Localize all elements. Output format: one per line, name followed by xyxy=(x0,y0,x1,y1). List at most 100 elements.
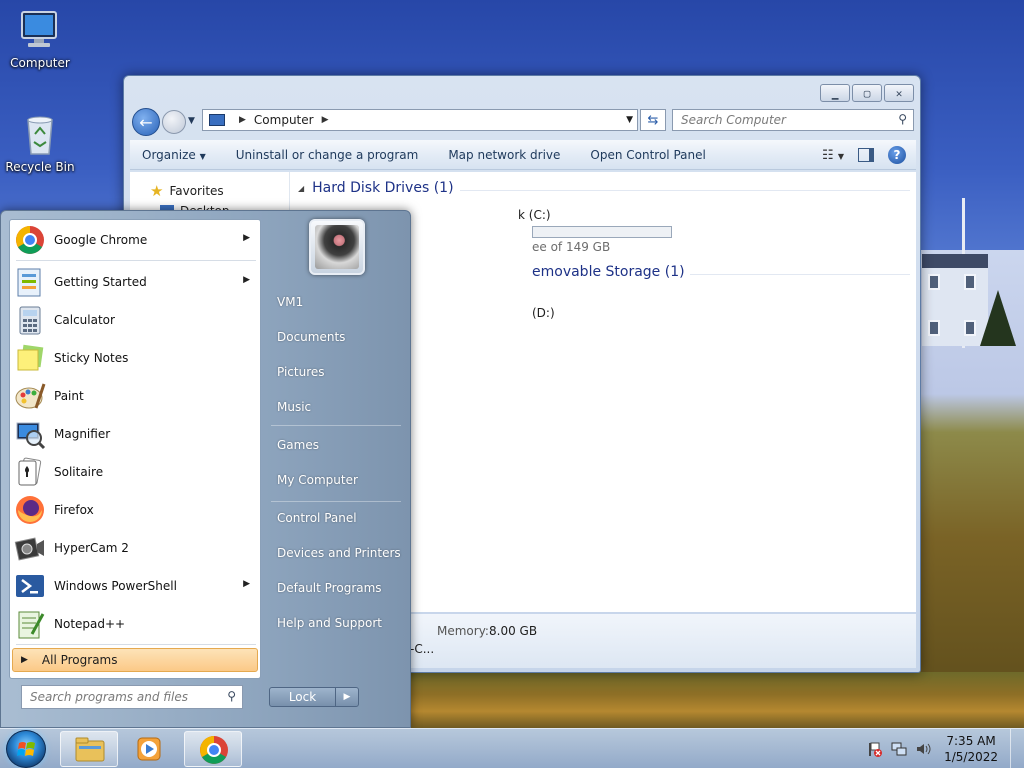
open-control-panel-button[interactable]: Open Control Panel xyxy=(590,148,705,162)
menu-separator xyxy=(16,644,256,645)
menu-separator xyxy=(271,501,401,502)
clock-time: 7:35 AM xyxy=(946,734,996,748)
media-player-icon xyxy=(137,737,161,761)
forward-button[interactable] xyxy=(162,110,186,134)
desktop-icon-computer[interactable]: Computer xyxy=(0,8,80,70)
breadcrumb-separator-icon: ▶ xyxy=(239,115,246,125)
start-link-default-programs[interactable]: Default Programs xyxy=(277,581,382,595)
start-program-chrome[interactable]: Google Chrome ▶ xyxy=(14,222,258,258)
getting-started-icon xyxy=(14,266,46,298)
refresh-button[interactable]: ⇆ xyxy=(640,109,666,131)
start-program-notepadpp[interactable]: Notepad++ xyxy=(14,606,258,642)
action-center-flag-icon[interactable] xyxy=(866,741,882,757)
start-link-help-and-support[interactable]: Help and Support xyxy=(277,616,382,630)
desktop-icon-recycle-bin[interactable]: Recycle Bin xyxy=(0,112,80,174)
address-bar[interactable]: ▶ Computer ▶ ▼ xyxy=(202,109,638,131)
magnifier-icon xyxy=(14,418,46,450)
program-label: Notepad++ xyxy=(54,617,126,631)
processor-value: -C... xyxy=(410,642,435,656)
group-title: emovable Storage (1) xyxy=(532,264,685,280)
taskbar-media-player-button[interactable] xyxy=(122,731,180,767)
volume-icon[interactable] xyxy=(915,741,931,757)
start-link-music[interactable]: Music xyxy=(277,400,311,414)
recent-pages-button[interactable]: ▼ xyxy=(188,116,195,126)
wallpaper-tree xyxy=(980,290,1016,346)
address-row: ← ▼ ▶ Computer ▶ ▼ ⇆ Search Computer ⚲ xyxy=(132,108,914,136)
chrome-icon xyxy=(14,224,46,256)
close-button[interactable]: ✕ xyxy=(884,84,914,102)
group-header-removable[interactable]: emovable Storage (1) xyxy=(532,264,685,280)
start-search-input[interactable]: Search programs and files ⚲ xyxy=(21,685,243,709)
refresh-icon: ⇆ xyxy=(647,112,659,128)
uninstall-program-button[interactable]: Uninstall or change a program xyxy=(236,148,419,162)
start-link-documents[interactable]: Documents xyxy=(277,330,345,344)
memory-value: 8.00 GB xyxy=(489,624,538,638)
address-dropdown-icon[interactable]: ▼ xyxy=(626,115,633,125)
start-link-devices-and-printers[interactable]: Devices and Printers xyxy=(277,546,401,560)
start-link-vm1[interactable]: VM1 xyxy=(277,295,303,309)
user-picture[interactable] xyxy=(309,219,365,275)
start-link-control-panel[interactable]: Control Panel xyxy=(277,511,357,525)
start-button[interactable] xyxy=(6,730,46,768)
show-desktop-button[interactable] xyxy=(1010,729,1024,768)
network-icon[interactable] xyxy=(891,741,907,757)
sticky-notes-icon xyxy=(14,342,46,374)
lock-label: Lock xyxy=(270,688,336,706)
submenu-arrow-icon[interactable]: ▶ xyxy=(243,275,250,285)
breadcrumb-separator-icon[interactable]: ▶ xyxy=(322,115,329,125)
solitaire-icon xyxy=(14,456,46,488)
maximize-button[interactable]: ▢ xyxy=(852,84,882,102)
view-controls: ☷ ▼ ? xyxy=(822,146,906,164)
start-program-powershell[interactable]: Windows PowerShell ▶ xyxy=(14,568,258,604)
group-header-hdd[interactable]: ◢ Hard Disk Drives (1) xyxy=(298,180,454,196)
chrome-icon xyxy=(200,736,228,764)
start-program-paint[interactable]: Paint xyxy=(14,378,258,414)
star-icon: ★ xyxy=(150,182,164,200)
folder-icon xyxy=(75,737,105,762)
memory-label: Memory: xyxy=(437,624,489,638)
breadcrumb-computer[interactable]: Computer xyxy=(254,113,314,127)
desktop-icon-label: Computer xyxy=(10,56,70,70)
minimize-button[interactable]: ▁ xyxy=(820,84,850,102)
drive-d-label[interactable]: (D:) xyxy=(532,306,555,320)
all-programs-button[interactable]: ▶ All Programs xyxy=(12,648,258,672)
preview-pane-icon[interactable] xyxy=(858,148,874,162)
shutdown-options-icon[interactable]: ▶ xyxy=(336,688,358,706)
submenu-arrow-icon[interactable]: ▶ xyxy=(243,233,250,243)
start-program-hypercam[interactable]: HyperCam 2 xyxy=(14,530,258,566)
start-link-pictures[interactable]: Pictures xyxy=(277,365,325,379)
help-icon[interactable]: ? xyxy=(888,146,906,164)
computer-icon xyxy=(18,8,62,52)
windows-logo-icon xyxy=(17,742,35,756)
map-network-drive-button[interactable]: Map network drive xyxy=(448,148,560,162)
lock-button[interactable]: Lock ▶ xyxy=(269,687,359,707)
taskbar-explorer-button[interactable] xyxy=(60,731,118,767)
command-bar: Organize ▼ Uninstall or change a program… xyxy=(130,140,916,170)
program-label: Firefox xyxy=(54,503,94,517)
start-link-games[interactable]: Games xyxy=(277,438,319,452)
start-program-firefox[interactable]: Firefox xyxy=(14,492,258,528)
back-button[interactable]: ← xyxy=(132,108,160,136)
search-computer-input[interactable]: Search Computer ⚲ xyxy=(672,109,914,131)
start-program-solitaire[interactable]: Solitaire xyxy=(14,454,258,490)
search-placeholder: Search programs and files xyxy=(30,690,188,704)
taskbar-chrome-button[interactable] xyxy=(184,731,242,767)
start-program-calculator[interactable]: Calculator xyxy=(14,302,258,338)
start-menu-programs-pane: ▶ All Programs Google Chrome ▶ Getting Sta… xyxy=(9,219,261,679)
drive-c-label[interactable]: k (C:) xyxy=(518,208,551,222)
maximize-icon: ▢ xyxy=(863,86,871,100)
start-program-magnifier[interactable]: Magnifier xyxy=(14,416,258,452)
start-link-my-computer[interactable]: My Computer xyxy=(277,473,358,487)
back-arrow-icon: ← xyxy=(139,112,153,132)
change-view-icon[interactable]: ☷ ▼ xyxy=(822,148,844,163)
program-label: HyperCam 2 xyxy=(54,541,129,555)
program-label: Magnifier xyxy=(54,427,111,441)
drive-c-usage-bar xyxy=(532,226,672,238)
nav-favorites[interactable]: ★ Favorites xyxy=(150,182,224,200)
organize-button[interactable]: Organize ▼ xyxy=(142,148,206,162)
start-program-sticky-notes[interactable]: Sticky Notes xyxy=(14,340,258,376)
start-program-getting-started[interactable]: Getting Started ▶ xyxy=(14,264,258,300)
submenu-arrow-icon[interactable]: ▶ xyxy=(243,579,250,589)
system-clock[interactable]: 7:35 AM 1/5/2022 xyxy=(944,733,998,765)
minimize-icon: ▁ xyxy=(831,86,839,100)
